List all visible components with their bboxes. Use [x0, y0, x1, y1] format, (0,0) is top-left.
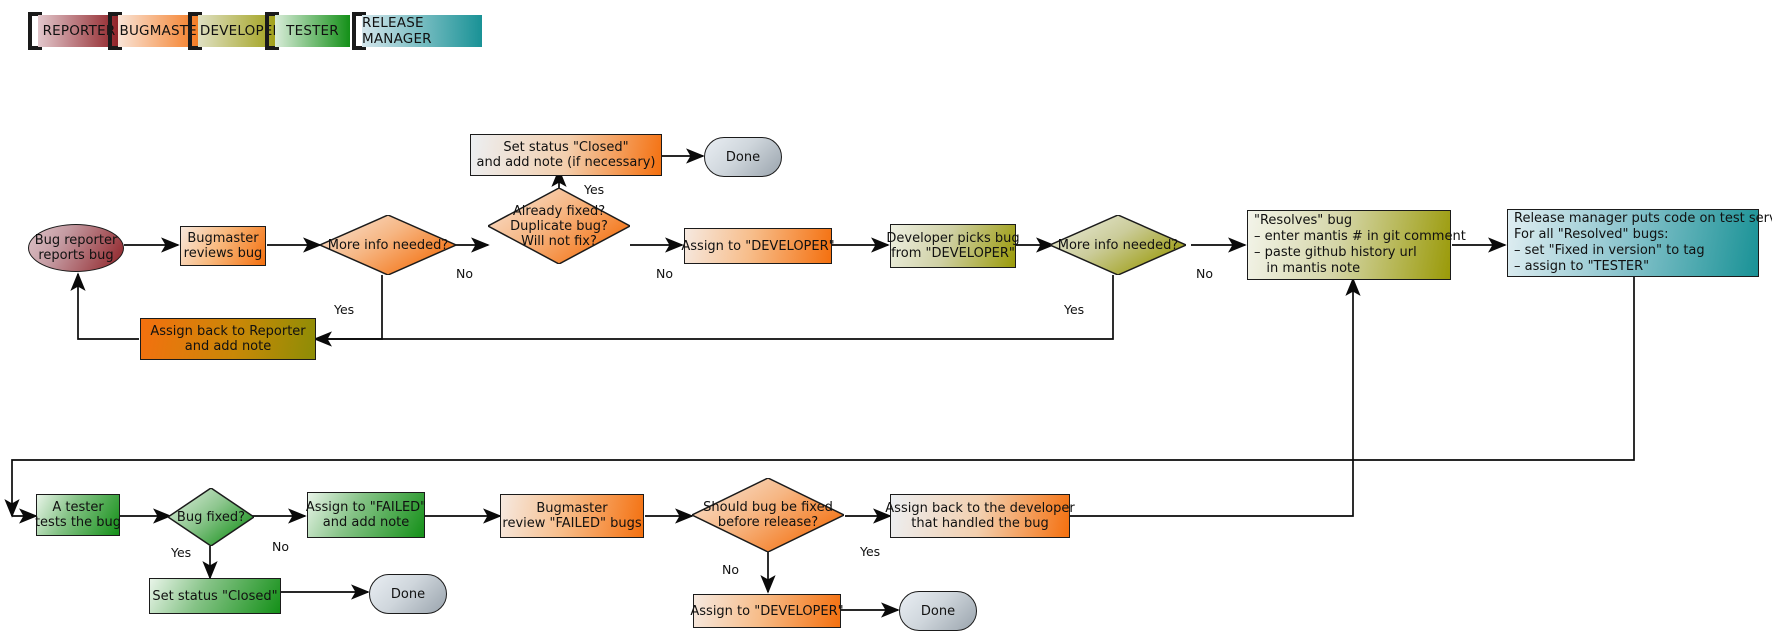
node-bugmaster-review-failed-bugs[interactable]: Bugmaster review "FAILED" bugs	[500, 494, 644, 538]
legend-label-release-manager: RELEASE MANAGER	[362, 15, 482, 47]
node-done-1[interactable]: Done	[704, 137, 782, 177]
node-assign-to-developer-2[interactable]: Assign to "DEVELOPER"	[690, 594, 844, 628]
edge-label-no-already-fixed: No	[656, 266, 673, 281]
node-more-info-needed-2[interactable]: More info needed?	[1050, 215, 1186, 275]
legend-item-reporter: REPORTER	[28, 12, 120, 50]
edge-label-yes-more-info-1: Yes	[334, 302, 355, 317]
node-bugmaster-reviews-bug[interactable]: Bugmaster reviews bug	[180, 226, 266, 266]
node-set-status-closed[interactable]: Set status "Closed"	[149, 578, 281, 614]
edge-label-no-should-fix: No	[722, 562, 739, 577]
node-label: Bug fixed?	[176, 509, 246, 525]
legend-item-tester: TESTER	[265, 12, 350, 50]
node-assign-back-to-the-developer[interactable]: Assign back to the developer that handle…	[885, 494, 1075, 538]
node-set-status-closed-and-note[interactable]: Set status "Closed" and add note (if nec…	[470, 134, 662, 176]
edge-label-yes-already-fixed: Yes	[584, 182, 605, 197]
edge-label-yes-should-fix: Yes	[860, 544, 881, 559]
node-done-3[interactable]: Done	[899, 591, 977, 631]
legend-label-tester: TESTER	[275, 15, 350, 47]
node-assign-to-failed[interactable]: Assign to "FAILED" and add note	[306, 492, 426, 538]
edge-label-yes-bug-fixed: Yes	[171, 545, 192, 560]
node-label: Should bug be fixed before release?	[703, 500, 833, 530]
node-resolves-bug[interactable]: "Resolves" bug – enter mantis # in git c…	[1247, 210, 1466, 280]
node-a-tester-tests-the-bug[interactable]: A tester tests the bug	[35, 494, 121, 536]
node-developer-picks-bug[interactable]: Developer picks bug from "DEVELOPER"	[886, 224, 1020, 268]
node-label: More info needed?	[1057, 237, 1179, 253]
edge-label-yes-more-info-2: Yes	[1064, 302, 1085, 317]
edge-label-no-more-info-2: No	[1196, 266, 1213, 281]
flowchart-canvas: REPORTER BUGMASTER DEVELOPER TESTER RELE…	[0, 0, 1772, 644]
edge-label-no-bug-fixed: No	[272, 539, 289, 554]
node-already-fixed[interactable]: Already fixed? Duplicate bug? Will not f…	[488, 188, 630, 264]
node-should-bug-be-fixed-before-release[interactable]: Should bug be fixed before release?	[692, 478, 844, 552]
node-label: More info needed?	[327, 237, 449, 253]
node-bug-fixed[interactable]: Bug fixed?	[168, 488, 254, 546]
node-assign-to-developer-1[interactable]: Assign to "DEVELOPER"	[681, 228, 835, 264]
node-label: Already fixed? Duplicate bug? Will not f…	[510, 203, 608, 249]
node-bug-reporter-reports-bug[interactable]: Bug reporter reports bug	[28, 224, 124, 272]
legend-item-release-manager: RELEASE MANAGER	[352, 12, 482, 50]
node-release-manager[interactable]: Release manager puts code on test server…	[1507, 209, 1772, 277]
node-assign-back-to-reporter[interactable]: Assign back to Reporter and add note	[140, 318, 316, 360]
edge-label-no-more-info-1: No	[456, 266, 473, 281]
node-more-info-needed-1[interactable]: More info needed?	[320, 215, 456, 275]
node-done-2[interactable]: Done	[369, 574, 447, 614]
